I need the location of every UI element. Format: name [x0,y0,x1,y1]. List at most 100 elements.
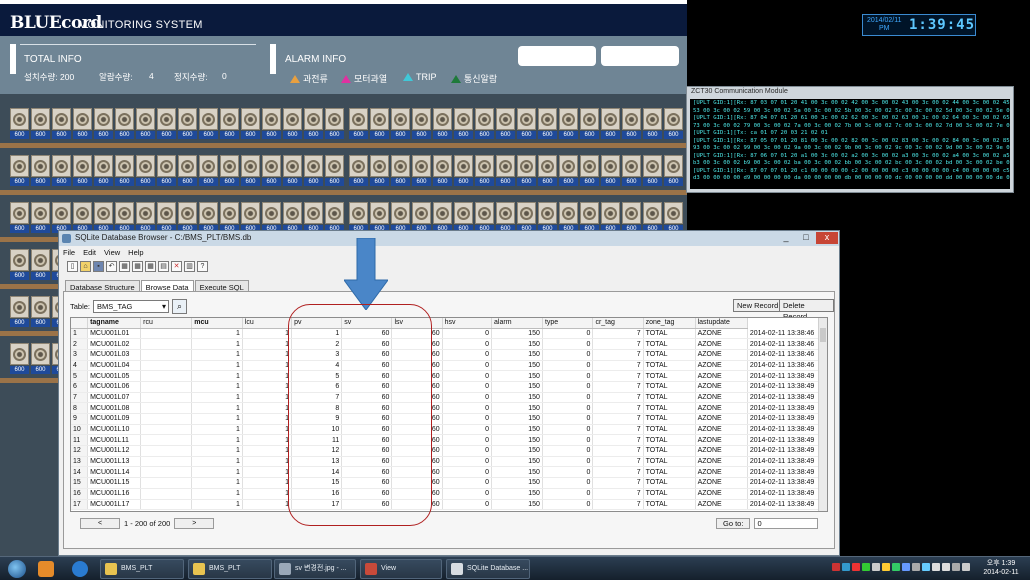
row-number[interactable]: 12 [71,445,89,457]
table-cell[interactable]: 7 [592,402,644,414]
table-cell[interactable]: 1 [191,338,243,350]
fan-unit[interactable]: 600 [10,296,29,330]
tray-icon[interactable] [902,563,910,571]
scrollbar-thumb[interactable] [820,328,826,342]
table-cell[interactable] [140,328,193,340]
create-index-icon[interactable]: ▤ [158,261,169,272]
fan-unit[interactable]: 600 [370,108,389,142]
table-cell[interactable]: MCU001L10 [87,424,142,436]
fan-unit[interactable]: 600 [136,155,155,189]
table-cell[interactable]: MCU001L05 [87,370,142,382]
table-cell[interactable]: 150 [491,477,543,489]
tray-icon[interactable] [862,563,870,571]
table-cell[interactable]: 2014-02-11 13:38:46 [747,338,827,350]
table-cell[interactable]: 1 [242,381,293,393]
taskbar-clock[interactable]: 오후 1:39 2014-02-11 [976,559,1026,577]
table-cell[interactable]: AZONE [695,499,748,511]
table-row[interactable]: 7 MCU001L07 1 1 7 60 60 0 150 0 7 TOTAL AZONE 2014-02… [71,392,827,404]
fan-unit[interactable]: 600 [178,108,197,142]
table-cell[interactable]: TOTAL [643,466,696,479]
fan-unit[interactable]: 600 [262,108,281,142]
table-cell[interactable]: TOTAL [643,392,696,404]
table-cell[interactable]: MCU001L01 [87,328,142,340]
table-cell[interactable]: 1 [242,402,293,414]
row-number[interactable]: 17 [71,499,89,511]
fan-unit[interactable]: 600 [157,108,176,142]
table-cell[interactable]: TOTAL [643,499,696,511]
fan-unit[interactable]: 600 [538,155,557,189]
table-cell[interactable]: 7 [592,370,644,382]
table-cell[interactable]: 2014-02-11 13:38:49 [747,370,827,382]
table-cell[interactable]: 7 [592,360,644,372]
table-cell[interactable]: 2014-02-11 13:38:49 [747,413,827,425]
fan-unit[interactable]: 600 [622,108,641,142]
fan-unit[interactable]: 600 [580,108,599,142]
table-cell[interactable]: 1 [242,392,293,404]
table-cell[interactable]: TOTAL [643,456,696,468]
table-cell[interactable]: 150 [491,402,543,414]
fan-unit[interactable]: 600 [283,108,302,142]
table-cell[interactable]: 2014-02-11 13:38:46 [747,360,827,372]
table-cell[interactable]: 150 [491,370,543,382]
table-cell[interactable]: 7 [592,381,644,393]
fan-unit[interactable]: 600 [475,155,494,189]
table-cell[interactable]: MCU001L06 [87,381,142,393]
fan-unit[interactable]: 600 [349,155,368,189]
fan-unit[interactable]: 600 [94,108,113,142]
table-cell[interactable]: 1 [191,466,243,479]
table-cell[interactable]: MCU001L03 [87,349,142,361]
fan-unit[interactable]: 600 [433,108,452,142]
table-cell[interactable]: 1 [242,360,293,372]
row-number[interactable]: 14 [71,466,89,479]
table-cell[interactable]: 0 [542,370,594,382]
column-header-rcu[interactable]: rcu [140,318,193,329]
tray-icon[interactable] [892,563,900,571]
table-cell[interactable]: AZONE [695,456,748,468]
goto-input[interactable]: 0 [754,518,819,529]
tray-icon[interactable] [842,563,850,571]
menu-view[interactable]: View [104,248,120,257]
fan-unit[interactable]: 600 [454,108,473,142]
table-cell[interactable]: 1 [191,488,243,500]
table-cell[interactable]: 0 [442,360,493,372]
table-cell[interactable]: 2014-02-11 13:38:49 [747,424,827,436]
table-cell[interactable]: 1 [191,370,243,382]
table-cell[interactable] [140,381,193,393]
fan-unit[interactable]: 600 [391,155,410,189]
table-cell[interactable]: 2014-02-11 13:38:49 [747,499,827,511]
table-cell[interactable]: 1 [242,456,293,468]
table-cell[interactable]: AZONE [695,445,748,457]
table-cell[interactable]: 0 [542,381,594,393]
save-icon[interactable]: ▪ [93,261,104,272]
table-cell[interactable]: 150 [491,392,543,404]
table-cell[interactable]: 1 [191,424,243,436]
menu-help[interactable]: Help [128,248,143,257]
table-row[interactable]: 10 MCU001L10 1 1 10 60 60 0 150 0 7 TOTAL AZONE 2014-… [71,424,827,436]
table-cell[interactable] [140,477,193,489]
table-cell[interactable]: 1 [191,381,243,393]
row-number[interactable]: 8 [71,402,89,414]
window-titlebar[interactable]: SQLite Database Browser - C:/BMS_PLT/BMS… [59,231,839,246]
table-cell[interactable]: AZONE [695,466,748,479]
table-cell[interactable]: 1 [242,349,293,361]
taskbar-item[interactable]: sv 변경전.jpg - ... [274,559,356,579]
table-cell[interactable]: 1 [191,349,243,361]
table-cell[interactable]: 2014-02-11 13:38:49 [747,402,827,414]
table-cell[interactable]: AZONE [695,434,748,447]
fan-unit[interactable]: 600 [664,155,683,189]
table-cell[interactable]: MCU001L02 [87,338,142,350]
table-cell[interactable]: 1 [191,413,243,425]
table-cell[interactable]: 0 [542,456,594,468]
table-cell[interactable]: 150 [491,328,543,340]
create-table-icon[interactable]: ▦ [119,261,130,272]
table-cell[interactable] [140,456,193,468]
table-cell[interactable]: 2014-02-11 13:38:49 [747,488,827,500]
new-record-button[interactable]: New Record [733,299,783,312]
table-cell[interactable]: TOTAL [643,434,696,447]
table-cell[interactable]: 7 [592,338,644,350]
fan-unit[interactable]: 600 [391,108,410,142]
table-cell[interactable]: 0 [542,499,594,511]
vertical-scrollbar[interactable] [818,318,827,511]
table-cell[interactable]: AZONE [695,402,748,414]
table-cell[interactable]: 1 [242,477,293,489]
